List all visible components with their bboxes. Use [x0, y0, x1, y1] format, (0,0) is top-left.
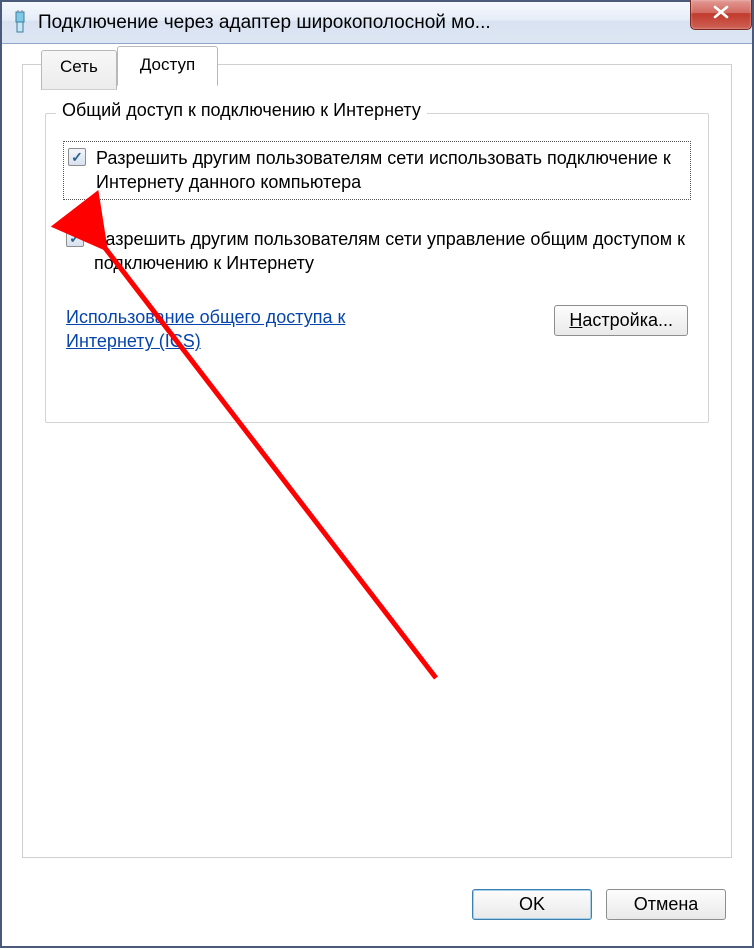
settings-button-accel: Н — [569, 310, 582, 330]
client-area: Сеть Доступ Общий доступ к подключению к… — [4, 46, 750, 944]
tab-access[interactable]: Доступ — [117, 46, 218, 86]
cancel-button[interactable]: Отмена — [606, 889, 726, 920]
close-button[interactable] — [690, 0, 752, 30]
window: Подключение через адаптер широкополосной… — [0, 0, 754, 948]
tab-network[interactable]: Сеть — [41, 50, 117, 90]
checkbox-allow-use[interactable] — [68, 148, 86, 166]
footer-buttons: OK Отмена — [472, 889, 726, 920]
adapter-icon — [10, 10, 30, 36]
tab-container: Сеть Доступ Общий доступ к подключению к… — [22, 64, 732, 858]
link-row: Использование общего доступа к Интернету… — [66, 305, 688, 354]
checkbox-row-allow-use: Разрешить другим пользователям сети испо… — [66, 144, 688, 197]
checkbox-allow-use-label: Разрешить другим пользователям сети испо… — [96, 146, 686, 195]
ics-help-link[interactable]: Использование общего доступа к Интернету… — [66, 305, 396, 354]
tab-body-access: Общий доступ к подключению к Интернету Р… — [23, 95, 731, 857]
settings-button[interactable]: Настройка... — [554, 305, 688, 336]
group-title: Общий доступ к подключению к Интернету — [56, 100, 427, 121]
window-title: Подключение через адаптер широкополосной… — [38, 12, 752, 34]
titlebar: Подключение через адаптер широкополосной… — [2, 2, 752, 44]
checkbox-allow-control-label: Разрешить другим пользователям сети упра… — [94, 227, 688, 276]
settings-button-rest: астройка... — [582, 310, 673, 330]
checkbox-allow-control[interactable] — [66, 229, 84, 247]
checkbox-row-allow-control: Разрешить другим пользователям сети упра… — [66, 227, 688, 276]
ok-button[interactable]: OK — [472, 889, 592, 920]
close-icon — [713, 5, 729, 24]
group-ics: Общий доступ к подключению к Интернету Р… — [45, 113, 709, 423]
